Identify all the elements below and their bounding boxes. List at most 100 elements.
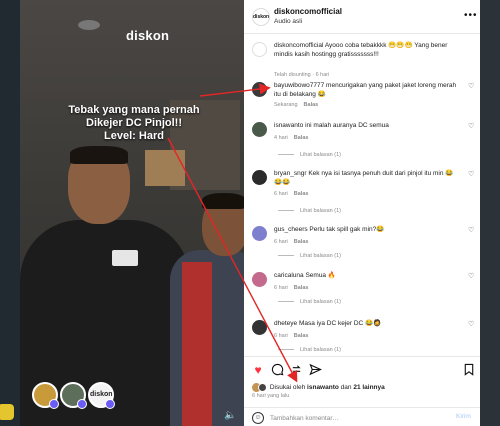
overlay-line: Tebak yang mana pernah [68, 104, 200, 116]
video-brand-watermark: diskon [126, 28, 170, 43]
like-heart-icon[interactable]: ♥ [251, 363, 265, 377]
comment-time: 6 hari [274, 333, 288, 339]
comment-time: 6 hari [274, 285, 288, 291]
volume-icon[interactable]: 🔈 [224, 410, 236, 422]
post-actions: ♥ Disukai oleh isnawanto dan 21 lainnya … [244, 356, 480, 426]
like-comment-heart-icon[interactable]: ♡ [468, 123, 475, 130]
reply-button[interactable]: Balas [294, 135, 309, 141]
account-avatar[interactable]: diskon [252, 8, 270, 26]
view-replies-button[interactable]: Lihat balasan (1) [274, 152, 341, 158]
audio-link[interactable]: Audio asli [274, 18, 302, 25]
comment-meta: 4 hari Balas [274, 135, 308, 141]
comment-meta: 6 hari Balas [274, 285, 308, 291]
caption-avatar[interactable] [252, 42, 267, 57]
comments-panel: diskon diskoncomofficial Audio asli ••• … [244, 0, 480, 426]
like-comment-heart-icon[interactable]: ♡ [468, 321, 475, 328]
more-options-icon[interactable]: ••• [464, 10, 478, 21]
account-username[interactable]: diskoncomofficial [274, 7, 342, 16]
liker-avatar [258, 383, 267, 392]
view-replies-button[interactable]: Lihat balasan (1) [274, 299, 341, 305]
comment-text: Semua 🔥 [305, 272, 336, 279]
comment-avatar[interactable] [252, 272, 267, 287]
collab-badge-icon [77, 399, 87, 409]
view-replies-button[interactable]: Lihat balasan (1) [274, 208, 341, 214]
screen: diskon Tebak yang mana pernah Dikejer DC… [0, 0, 500, 426]
comment-text-block: dheteye Masa iya DC kejer DC 😂🧔 [274, 320, 460, 329]
comment-time: 4 hari [274, 135, 288, 141]
caption-meta: Telah disunting · 6 hari [274, 72, 330, 78]
comment-text-block: bayuwibowo7777 mencurigakan yang paket j… [274, 82, 460, 99]
person-right-hair [202, 193, 244, 209]
comment-text-block: gus_cheers Perlu tak spill gak min?😂 [274, 226, 460, 235]
comment-avatar[interactable] [252, 226, 267, 241]
comment-username[interactable]: isnawanto [274, 122, 303, 129]
reply-button[interactable]: Balas [294, 333, 309, 339]
ceiling-light [78, 20, 100, 30]
person-left-hair [70, 146, 128, 164]
view-replies-button[interactable]: Lihat balasan (1) [274, 253, 341, 259]
comment-avatar[interactable] [252, 122, 267, 137]
view-replies-button[interactable]: Lihat balasan (1) [274, 347, 341, 353]
reel-video[interactable]: diskon Tebak yang mana pernah Dikejer DC… [20, 0, 244, 426]
avatar-label: diskon [90, 391, 113, 398]
post-comment-button[interactable]: Kirim [456, 413, 471, 420]
post-header: diskon diskoncomofficial Audio asli ••• [244, 0, 480, 34]
overlay-line: Dikejer DC Pinjol!! [86, 117, 182, 129]
share-send-icon[interactable] [308, 363, 322, 377]
comment-username[interactable]: gus_cheers [274, 226, 308, 233]
comment-username[interactable]: caricaluna [274, 272, 304, 279]
reply-button[interactable]: Balas [294, 239, 309, 245]
collab-badge-icon [49, 399, 59, 409]
comment-username[interactable]: bryan_sngr [274, 170, 307, 177]
liked-by-and: dan [340, 384, 352, 392]
collaborator-avatar[interactable] [32, 382, 59, 409]
caption-username[interactable]: diskoncomofficial [274, 42, 323, 49]
comment-meta: 6 hari Balas [274, 239, 308, 245]
comment-icon[interactable] [270, 363, 284, 377]
comment-text-block: bryan_sngr Kek nya isi tasnya penuh duit… [274, 170, 460, 187]
overlay-line: Level: Hard [104, 130, 164, 142]
comment-meta: Sekarang Balas [274, 102, 318, 108]
comment-text-block: isnawanto ini malah auranya DC semua [274, 122, 460, 131]
comment-input[interactable] [270, 412, 430, 424]
comment-text: ini malah auranya DC semua [305, 122, 389, 129]
background-dimmed-right [480, 0, 500, 426]
collaborator-avatar-diskon[interactable]: diskon [88, 382, 115, 409]
comment-username[interactable]: dheteye [274, 320, 297, 327]
person-right-jacket-stripe [182, 262, 212, 426]
reply-button[interactable]: Balas [294, 285, 309, 291]
reply-button[interactable]: Balas [304, 102, 319, 108]
reply-button[interactable]: Balas [294, 191, 309, 197]
comment-time: 6 hari [274, 239, 288, 245]
comment-time: Sekarang [274, 102, 298, 108]
like-comment-heart-icon[interactable]: ♡ [468, 227, 475, 234]
comment-avatar[interactable] [252, 320, 267, 335]
liked-by-prefix: Disukai oleh [269, 384, 306, 392]
comments-list[interactable]: diskoncomofficial Ayooo coba tebakkkk 😁😁… [244, 34, 480, 356]
like-comment-heart-icon[interactable]: ♡ [468, 83, 475, 90]
comment-avatar[interactable] [252, 82, 267, 97]
background-box [145, 150, 185, 186]
save-bookmark-icon[interactable] [462, 363, 476, 377]
post-time: 6 hari yang lalu [252, 393, 290, 399]
emoji-icon[interactable]: ☺ [252, 412, 264, 424]
add-comment-bar: ☺ Kirim [244, 407, 480, 426]
comment-avatar[interactable] [252, 170, 267, 185]
repost-icon[interactable] [289, 363, 303, 377]
comment-text-block: caricaluna Semua 🔥 [274, 272, 460, 281]
like-comment-heart-icon[interactable]: ♡ [468, 273, 475, 280]
shirt-logo [112, 250, 138, 266]
comment-meta: 6 hari Balas [274, 333, 308, 339]
comment-username[interactable]: bayuwibowo7777 [274, 82, 324, 89]
liked-by-others[interactable]: 21 lainnya [353, 384, 384, 391]
background-object [0, 404, 14, 420]
avatar-logo-text: diskon [253, 14, 270, 20]
video-text-overlay: Tebak yang mana pernah Dikejer DC Pinjol… [54, 104, 214, 143]
collab-badge-icon [105, 399, 115, 409]
caption-text-block: diskoncomofficial Ayooo coba tebakkkk 😁😁… [274, 42, 460, 59]
collaborator-avatar[interactable] [60, 382, 87, 409]
like-comment-heart-icon[interactable]: ♡ [468, 171, 475, 178]
comment-text: Perlu tak spill gak min?😂 [309, 226, 385, 233]
liked-by-user[interactable]: isnawanto [307, 384, 339, 391]
comment-meta: 6 hari Balas [274, 191, 308, 197]
